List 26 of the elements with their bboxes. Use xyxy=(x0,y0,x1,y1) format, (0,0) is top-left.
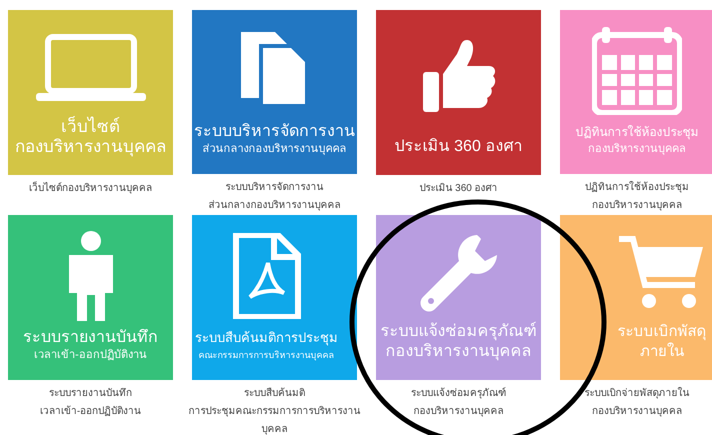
app-tile[interactable]: ระบบบริหารจัดการงาน ส่วนกลางกองบริหารงานบุคคล xyxy=(192,10,357,174)
tile-caption[interactable]: ประเมิน 360 องศา xyxy=(419,180,498,198)
tile-caption[interactable]: ระบบสืบค้นมติ การประชุมคณะกรรมการการบริหารงาน บุคคล xyxy=(188,385,360,435)
laptop-icon xyxy=(36,32,146,102)
tile-subtitle: คณะกรรมการการบริหารงานบุคคล xyxy=(198,349,334,362)
tile-subtitle: กองบริหารงานบุคคล xyxy=(588,142,686,156)
pdf-file-icon xyxy=(232,232,302,318)
tile-title: ระบบรายงานบันทึก xyxy=(23,328,158,348)
tile-caption[interactable]: ปฏิทินการใช้ห้องประชุม กองบริหารงานบุคคล xyxy=(585,179,689,215)
tile-title: ระบบสืบค้นมติการประชุม xyxy=(195,329,338,348)
tile-subtitle: เวลาเข้า-ออกปฏิบัติงาน xyxy=(34,348,147,362)
app-tile[interactable]: ประเมิน 360 องศา xyxy=(376,10,541,175)
tile-caption[interactable]: ระบบบริหารจัดการงาน ส่วนกลางกองบริหารงานบุคคล xyxy=(208,179,340,215)
calendar-icon xyxy=(592,25,682,115)
tile-caption[interactable]: เว็บไซต์กองบริหารงานบุคคล xyxy=(29,180,152,198)
wrench-icon xyxy=(418,232,498,312)
tile-caption[interactable]: ระบบแจ้งซ่อมครุภัณฑ์ กองบริหารงานบุคคล xyxy=(411,385,506,421)
tile-title: ประเมิน 360 องศา xyxy=(394,137,522,157)
tile-title: ระบบบริหารจัดการงาน xyxy=(194,122,355,142)
tile-subtitle: ส่วนกลางกองบริหารงานบุคคล xyxy=(202,142,346,156)
tile-title: ปฏิทินการใช้ห้องประชุม xyxy=(576,124,698,142)
tile-title: ระบบแจ้งซ่อมครุภัณฑ์ กองบริหารงานบุคคล xyxy=(380,322,536,362)
tile-title: เว็บไซต์ กองบริหารงานบุคคล xyxy=(15,117,166,157)
tile-caption[interactable]: ระบบเบิกจ่ายพัสดุภายใน กองบริหารงานบุคคล xyxy=(584,385,690,421)
tile-title: ระบบเบิกพัสดุ ภายใน xyxy=(618,322,706,362)
tile-caption[interactable]: ระบบรายงานบันทึก เวลาเข้า-ออกปฏิบัติงาน xyxy=(40,385,142,421)
